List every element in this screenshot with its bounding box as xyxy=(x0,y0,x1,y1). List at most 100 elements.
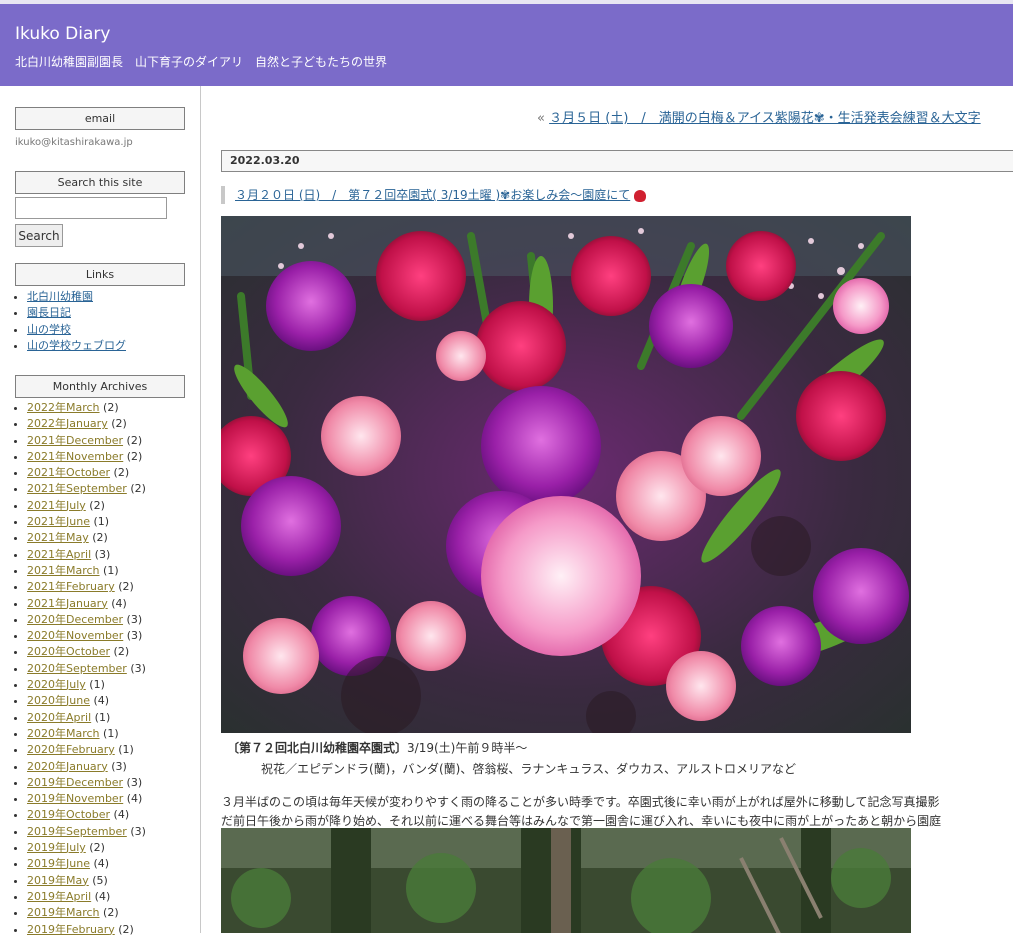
archive-item: 2020年October (2) xyxy=(27,644,146,660)
list-item: 山の学校 xyxy=(27,322,126,338)
archive-year: 2020年 xyxy=(27,629,66,643)
prev-entry-link[interactable]: ３月５日 (土) / 満開の白梅＆アイス紫陽花✾・生活発表会練習＆大文字 xyxy=(549,111,981,126)
archive-month: January xyxy=(66,417,108,431)
list-item: 北白川幼稚園 xyxy=(27,289,126,305)
archive-link[interactable]: 2020年March xyxy=(27,727,100,740)
archive-month: June xyxy=(66,515,90,529)
archive-count: (2) xyxy=(113,466,130,480)
archive-count: (2) xyxy=(92,531,108,545)
archive-month: July xyxy=(66,678,86,692)
email-heading: email xyxy=(15,107,185,130)
archive-link[interactable]: 2019年May xyxy=(27,874,89,887)
archive-count: (1) xyxy=(118,743,134,757)
archive-item: 2020年June (4) xyxy=(27,693,146,709)
archive-item: 2021年December (2) xyxy=(27,433,146,449)
archive-link[interactable]: 2021年December xyxy=(27,434,123,447)
archive-year: 2020年 xyxy=(27,612,66,626)
site-title[interactable]: Ikuko Diary xyxy=(15,24,110,44)
archive-item: 2021年September (2) xyxy=(27,481,146,497)
archive-count: (3) xyxy=(111,759,127,773)
archives-list: 2022年March (2)2022年January (2)2021年Decem… xyxy=(15,400,146,938)
archive-link[interactable]: 2021年March xyxy=(27,564,100,577)
archive-year: 2021年 xyxy=(27,449,66,463)
archive-year: 2019年 xyxy=(27,873,66,887)
archive-link[interactable]: 2021年November xyxy=(27,450,123,463)
archive-link[interactable]: 2020年June xyxy=(27,694,90,707)
archive-year: 2020年 xyxy=(27,661,66,675)
archive-link[interactable]: 2020年February xyxy=(27,743,115,756)
archive-link[interactable]: 2020年September xyxy=(27,662,127,675)
archive-count: (2) xyxy=(130,482,146,496)
sidebar: email ikuko@kitashirakawa.jp Search this… xyxy=(0,86,201,936)
links-heading: Links xyxy=(15,263,185,286)
archive-link[interactable]: 2020年November xyxy=(27,629,123,642)
archive-month: May xyxy=(66,873,89,887)
archive-item: 2021年June (1) xyxy=(27,514,146,530)
archive-link[interactable]: 2019年June xyxy=(27,857,90,870)
archive-link[interactable]: 2021年April xyxy=(27,548,91,561)
search-input[interactable] xyxy=(15,197,167,219)
archive-link[interactable]: 2020年January xyxy=(27,760,108,773)
archive-year: 2019年 xyxy=(27,775,66,789)
archive-item: 2020年March (1) xyxy=(27,726,146,742)
archive-year: 2020年 xyxy=(27,645,66,659)
archive-year: 2021年 xyxy=(27,580,66,594)
archive-item: 2020年April (1) xyxy=(27,710,146,726)
archive-item: 2022年January (2) xyxy=(27,416,146,432)
link-mountain-school-blog[interactable]: 山の学校ウェブログ xyxy=(27,339,126,352)
archive-link[interactable]: 2019年September xyxy=(27,825,127,838)
archive-item: 2019年November (4) xyxy=(27,791,146,807)
archive-link[interactable]: 2019年November xyxy=(27,792,123,805)
archive-count: (4) xyxy=(113,808,130,822)
archive-link[interactable]: 2019年February xyxy=(27,923,115,936)
archive-link[interactable]: 2020年July xyxy=(27,678,86,691)
archive-month: December xyxy=(66,612,124,626)
archive-link[interactable]: 2021年July xyxy=(27,499,86,512)
archive-link[interactable]: 2021年January xyxy=(27,597,108,610)
archive-year: 2021年 xyxy=(27,596,66,610)
archive-year: 2021年 xyxy=(27,433,66,447)
archive-count: (2) xyxy=(118,580,134,594)
flower-arrangement-photo[interactable] xyxy=(221,216,911,733)
search-button[interactable]: Search xyxy=(15,224,63,247)
archive-count: (1) xyxy=(103,726,119,740)
archive-count: (2) xyxy=(103,401,119,414)
archive-link[interactable]: 2019年March xyxy=(27,906,100,919)
archive-count: (2) xyxy=(126,433,143,447)
garden-photo[interactable] xyxy=(221,828,911,933)
archive-link[interactable]: 2021年September xyxy=(27,482,127,495)
archive-year: 2021年 xyxy=(27,531,66,545)
link-kindergarten[interactable]: 北白川幼稚園 xyxy=(27,290,93,303)
archive-count: (5) xyxy=(92,873,108,887)
entry-title: ３月２０日 (日) / 第７２回卒園式( 3/19土曜 )✾お楽しみ会～園庭にて xyxy=(221,186,647,204)
list-item: 園長日記 xyxy=(27,305,126,321)
archive-month: April xyxy=(66,889,92,903)
archive-item: 2021年April (3) xyxy=(27,547,146,563)
archive-link[interactable]: 2020年October xyxy=(27,645,110,658)
archive-link[interactable]: 2021年February xyxy=(27,580,115,593)
archive-link[interactable]: 2021年June xyxy=(27,515,90,528)
archive-link[interactable]: 2021年October xyxy=(27,466,110,479)
archive-link[interactable]: 2020年December xyxy=(27,613,123,626)
archive-month: February xyxy=(66,580,115,594)
link-director-diary[interactable]: 園長日記 xyxy=(27,306,71,319)
caption-heading: 〔第７２回北白川幼稚園卒園式〕 xyxy=(227,741,408,755)
entry-title-link[interactable]: ３月２０日 (日) / 第７２回卒園式( 3/19土曜 )✾お楽しみ会～園庭にて xyxy=(235,188,630,202)
archive-link[interactable]: 2020年April xyxy=(27,711,91,724)
archive-link[interactable]: 2021年May xyxy=(27,531,89,544)
archive-month: January xyxy=(66,759,108,773)
archive-link[interactable]: 2019年October xyxy=(27,808,110,821)
archive-year: 2020年 xyxy=(27,743,66,757)
archive-item: 2020年December (3) xyxy=(27,612,146,628)
archive-month: January xyxy=(66,596,108,610)
archive-link[interactable]: 2019年December xyxy=(27,776,123,789)
archive-link[interactable]: 2022年January xyxy=(27,417,108,430)
archive-item: 2019年June (4) xyxy=(27,856,146,872)
link-mountain-school[interactable]: 山の学校 xyxy=(27,323,71,336)
archive-link[interactable]: 2019年July xyxy=(27,841,86,854)
archive-year: 2019年 xyxy=(27,922,66,936)
archive-year: 2022年 xyxy=(27,401,66,414)
archive-link[interactable]: 2022年March xyxy=(27,401,100,414)
archive-month: June xyxy=(66,694,90,708)
archive-link[interactable]: 2019年April xyxy=(27,890,91,903)
